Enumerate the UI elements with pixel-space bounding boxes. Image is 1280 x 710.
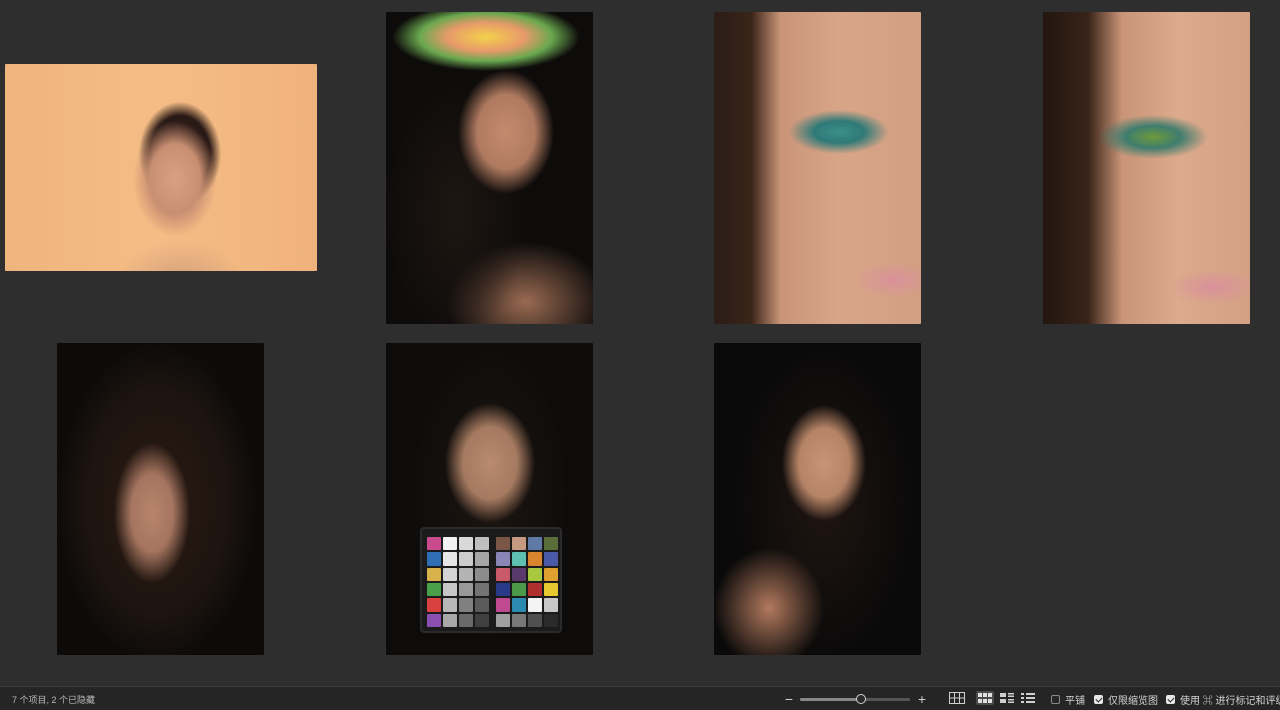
checker-swatch <box>459 567 473 581</box>
checker-swatch <box>544 582 558 597</box>
checker-swatch <box>459 552 473 566</box>
checker-swatch <box>427 598 441 612</box>
item-count-text: 7 个项目, 2 个已隐藏 <box>12 695 96 705</box>
zoom-slider-fill <box>800 698 861 701</box>
checker-swatch <box>427 567 441 581</box>
checker-swatch <box>443 613 457 627</box>
checker-swatch <box>512 567 526 581</box>
checker-color-half <box>496 537 558 627</box>
photo-thumbnail[interactable] <box>714 12 921 324</box>
checker-swatch <box>512 552 526 566</box>
status-bar: 7 个项目, 2 个已隐藏 − + 平铺 仅限缩览图 使用 ⌘ 进行标记和评级 <box>0 686 1280 710</box>
list-view-icon[interactable] <box>998 691 1016 705</box>
checker-swatch <box>496 613 510 627</box>
tile-checkbox[interactable] <box>1051 694 1060 704</box>
checker-swatch <box>512 598 526 612</box>
color-checker-card <box>420 527 562 633</box>
checker-swatch <box>459 582 473 597</box>
checker-swatch <box>528 582 542 597</box>
checker-grayscale-half <box>427 537 489 627</box>
details-view-icon[interactable] <box>1019 691 1037 705</box>
checker-swatch <box>475 537 489 551</box>
checker-swatch <box>427 537 441 551</box>
checker-swatch <box>427 582 441 597</box>
checker-swatch <box>459 537 473 551</box>
grid-view-icon[interactable] <box>948 691 966 705</box>
checker-swatch <box>443 552 457 566</box>
checker-swatch <box>443 567 457 581</box>
checker-swatch <box>528 613 542 627</box>
closeup-eye-closed-image <box>1043 12 1250 324</box>
thumbnails-only-option[interactable]: 仅限缩览图 <box>1094 691 1158 707</box>
tile-option-label: 平铺 <box>1065 695 1085 707</box>
checker-swatch <box>475 613 489 627</box>
checker-swatch <box>459 613 473 627</box>
checker-swatch <box>475 582 489 597</box>
checker-swatch <box>443 537 457 551</box>
photo-thumbnail[interactable] <box>1043 12 1250 324</box>
portrait-peach-background-image <box>5 64 317 271</box>
checker-swatch <box>427 613 441 627</box>
photo-thumbnail[interactable] <box>714 343 921 655</box>
closeup-eye-open-image <box>714 12 921 324</box>
cmd-rating-option[interactable]: 使用 ⌘ 进行标记和评级 <box>1166 691 1280 707</box>
checker-swatch <box>496 567 510 581</box>
checker-swatch <box>512 537 526 551</box>
checker-swatch <box>512 582 526 597</box>
zoom-out-button[interactable]: − <box>783 691 795 707</box>
tile-option[interactable]: 平铺 <box>1051 691 1085 707</box>
photo-thumbnail[interactable] <box>57 343 264 655</box>
photo-thumbnail[interactable] <box>5 64 317 271</box>
thumbnail-view-icon[interactable] <box>976 691 994 705</box>
portrait-braided-headband-image <box>714 343 921 655</box>
checker-swatch <box>528 567 542 581</box>
portrait-flower-crown-image <box>386 12 593 324</box>
checker-swatch <box>475 552 489 566</box>
checker-swatch <box>544 613 558 627</box>
checker-swatch <box>544 537 558 551</box>
checker-swatch <box>443 598 457 612</box>
checker-swatch <box>496 552 510 566</box>
photo-thumbnail[interactable] <box>386 12 593 324</box>
checker-swatch <box>496 537 510 551</box>
checker-swatch <box>427 552 441 566</box>
thumbnails-only-checkbox[interactable] <box>1094 694 1103 704</box>
cmd-rating-checkbox[interactable] <box>1166 694 1175 704</box>
cmd-rating-label: 使用 ⌘ 进行标记和评级 <box>1180 695 1280 707</box>
checker-swatch <box>528 598 542 612</box>
zoom-in-button[interactable]: + <box>916 691 928 707</box>
image-grid <box>0 0 1280 686</box>
checker-swatch <box>528 552 542 566</box>
checker-swatch <box>512 613 526 627</box>
checker-swatch <box>496 582 510 597</box>
checker-swatch <box>475 598 489 612</box>
checker-swatch <box>443 582 457 597</box>
checker-swatch <box>459 598 473 612</box>
photo-thumbnail[interactable] <box>386 343 593 655</box>
checker-swatch <box>528 537 542 551</box>
zoom-slider-handle[interactable] <box>855 694 866 704</box>
zoom-slider[interactable] <box>800 694 910 704</box>
checker-swatch <box>544 552 558 566</box>
thumbnails-only-label: 仅限缩览图 <box>1108 695 1158 707</box>
checker-swatch <box>544 567 558 581</box>
checker-swatch <box>544 598 558 612</box>
checker-swatch <box>496 598 510 612</box>
portrait-hair-covering-face-image <box>57 343 264 655</box>
checker-swatch <box>475 567 489 581</box>
